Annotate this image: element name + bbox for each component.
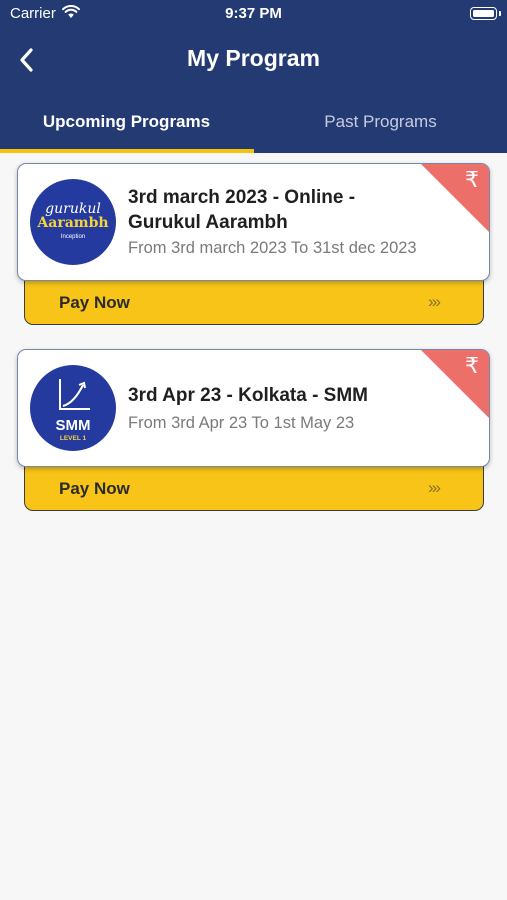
tab-label: Upcoming Programs — [42, 112, 211, 131]
program-dates: From 3rd march 2023 To 31st dec 2023 — [128, 239, 417, 257]
program-title: 3rd Apr 23 - Kolkata - SMM — [128, 385, 369, 406]
clock: 9:37 PM — [225, 5, 282, 22]
app-header: Carrier 9:37 PM My Program Upcoming Prog… — [0, 0, 507, 153]
tab-indicator — [0, 149, 254, 153]
tab-label: Past Programs — [324, 112, 437, 131]
program-item: Pay Now ››› SMM LEVEL 1 3rd Apr 23 - Kol… — [17, 349, 490, 515]
tab-upcoming-programs[interactable]: Upcoming Programs — [0, 100, 253, 153]
pay-now-label: Pay Now — [59, 293, 130, 312]
smm-logo: SMM LEVEL 1 — [30, 365, 116, 451]
program-dates: From 3rd Apr 23 To 1st May 23 — [128, 414, 355, 432]
program-item: Pay Now ››› gurukul Aarambh Inception 3r… — [17, 163, 490, 329]
logo-text: LEVEL 1 — [59, 435, 87, 442]
battery-icon — [470, 7, 501, 20]
growth-chart-icon — [59, 379, 90, 410]
program-card[interactable]: SMM LEVEL 1 3rd Apr 23 - Kolkata - SMM F… — [17, 349, 490, 467]
logo-text: SMM — [55, 417, 91, 434]
triple-chevron-right-icon: ››› — [428, 478, 441, 497]
logo-text: Inception — [60, 234, 86, 240]
tab-past-programs[interactable]: Past Programs — [254, 100, 507, 153]
status-bar: Carrier 9:37 PM — [0, 0, 507, 28]
triple-chevron-right-icon: ››› — [428, 292, 441, 311]
rupee-icon: ₹ — [465, 168, 479, 193]
program-title: 3rd march 2023 - Online - Gurukul Aaramb… — [128, 187, 356, 233]
rupee-icon: ₹ — [465, 354, 479, 379]
pay-now-label: Pay Now — [59, 479, 130, 498]
logo-text: Aarambh — [37, 215, 109, 231]
program-card[interactable]: gurukul Aarambh Inception 3rd march 2023… — [17, 163, 490, 281]
page-title: My Program — [187, 45, 320, 71]
gurukul-aarambh-logo: gurukul Aarambh Inception — [30, 179, 116, 265]
